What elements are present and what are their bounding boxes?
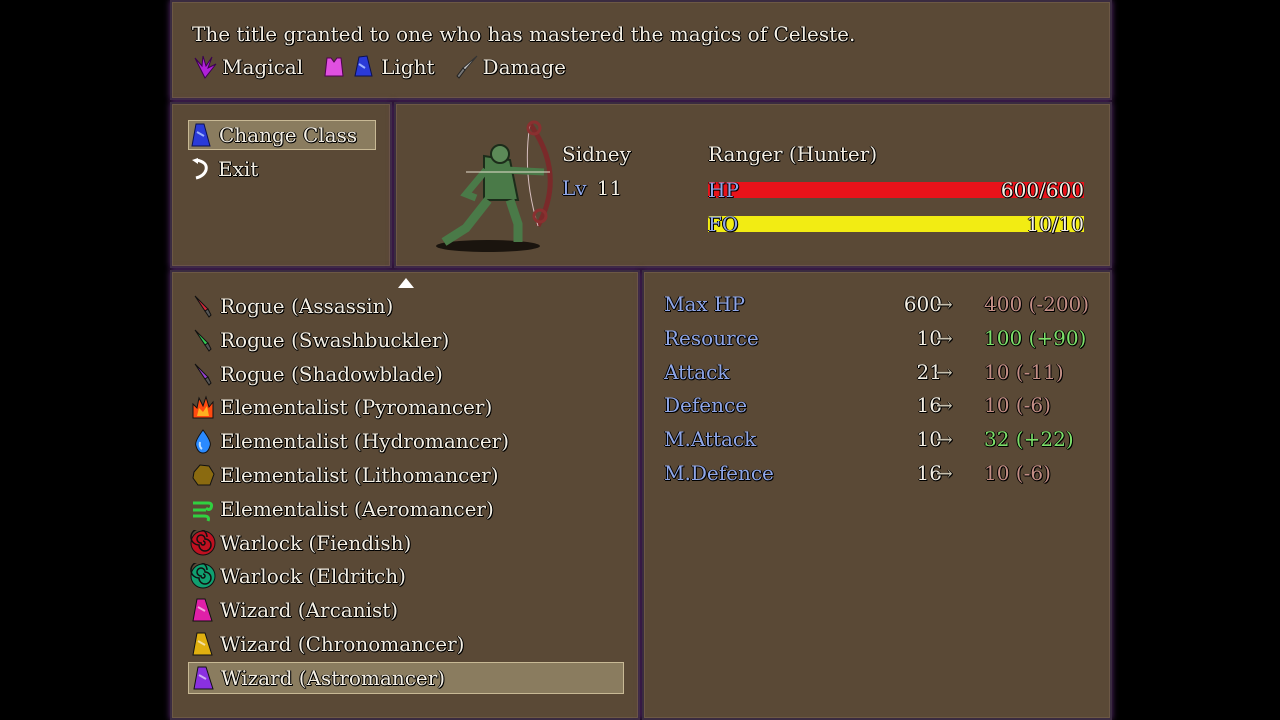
tag-damage: Damage — [453, 54, 566, 80]
actor-name: Sidney — [562, 142, 631, 166]
green-dagger-icon — [190, 327, 216, 353]
class-tags: Magical Light Damage — [192, 54, 578, 80]
ranger-sprite — [436, 120, 553, 252]
class-option-label: Elementalist (Pyromancer) — [220, 395, 493, 420]
stat-row: Attack 21 → 10 (-11) — [664, 360, 1094, 392]
violet-hat-icon — [191, 665, 217, 691]
stat-arrow: → — [936, 461, 953, 485]
stat-new: 32 (+22) — [984, 427, 1074, 452]
wizard-hat-icon — [189, 122, 215, 148]
class-option[interactable]: Warlock (Eldritch) — [188, 560, 624, 592]
level-value: 11 — [596, 176, 623, 200]
class-option-label: Rogue (Swashbuckler) — [220, 327, 450, 352]
magic-hand-icon — [192, 54, 218, 80]
actor-class: Ranger (Hunter) — [708, 142, 878, 166]
stat-arrow: → — [936, 393, 953, 418]
class-option-label: Rogue (Shadowblade) — [220, 361, 443, 386]
purple-dagger-icon — [190, 361, 216, 387]
damage-dagger-icon — [453, 54, 479, 80]
stat-new: 100 (+90) — [984, 325, 1087, 350]
class-option[interactable]: Elementalist (Pyromancer) — [188, 391, 624, 423]
class-option[interactable]: Elementalist (Hydromancer) — [188, 425, 624, 457]
stat-row: Max HP 600 → 400 (-200) — [664, 292, 1094, 324]
stat-arrow: → — [936, 325, 953, 350]
light-armor-icon — [321, 54, 347, 80]
stat-name: M.Defence — [664, 461, 774, 485]
class-option[interactable]: Wizard (Chronomancer) — [188, 628, 624, 660]
stat-name: Defence — [664, 393, 748, 418]
hp-value: 600/600 — [1000, 178, 1084, 202]
stat-name: Max HP — [664, 292, 745, 316]
stat-name: Resource — [664, 325, 759, 350]
class-description: The title granted to one who has mastere… — [192, 22, 856, 46]
fo-label: FO — [708, 212, 739, 236]
water-drop-icon — [190, 428, 216, 454]
command-window: Change Class Exit — [170, 102, 392, 268]
stat-compare-window: Max HP 600 → 400 (-200) Resource 10 → 100 (+90)… — [642, 270, 1112, 720]
tag-light: Light — [321, 54, 435, 80]
class-option-label: Warlock (Fiendish) — [220, 530, 412, 555]
stat-row: Defence 16 → 10 (-6) — [664, 393, 1094, 425]
class-option-label: Wizard (Chronomancer) — [220, 632, 465, 656]
help-window: The title granted to one who has mastere… — [170, 0, 1112, 100]
magenta-hat-icon — [190, 597, 216, 623]
gold-hat-icon — [190, 631, 216, 657]
class-option[interactable]: Wizard (Astromancer) — [188, 661, 624, 694]
actor-level: Lv 11 — [562, 176, 622, 200]
class-list-window: Rogue (Assassin) Rogue (Swashbuckler) Rogu… — [170, 270, 640, 720]
stat-new: 10 (-6) — [984, 461, 1051, 485]
class-option[interactable]: Warlock (Fiendish) — [188, 527, 624, 559]
class-option-label: Elementalist (Hydromancer) — [220, 429, 510, 454]
stat-row: M.Defence 16 → 10 (-6) — [664, 461, 1094, 493]
light-hat-icon — [351, 54, 377, 80]
class-option-label: Warlock (Eldritch) — [220, 564, 406, 589]
stat-arrow: → — [936, 359, 953, 384]
rock-icon — [190, 462, 216, 488]
hp-gauge: HP 600/600 — [708, 178, 1084, 202]
wind-icon — [190, 496, 216, 522]
teal-spiral-icon — [190, 561, 216, 589]
class-option[interactable]: Rogue (Swashbuckler) — [188, 324, 624, 356]
class-option-label: Wizard (Astromancer) — [221, 665, 446, 690]
stat-new: 10 (-6) — [984, 393, 1051, 418]
fire-icon — [190, 394, 216, 420]
level-label: Lv — [562, 176, 587, 200]
class-option[interactable]: Rogue (Shadowblade) — [188, 358, 624, 390]
class-option[interactable]: Elementalist (Aeromancer) — [188, 493, 624, 525]
class-option-label: Elementalist (Lithomancer) — [220, 463, 499, 487]
stat-name: M.Attack — [664, 427, 757, 452]
return-arrow-icon — [188, 156, 214, 182]
class-option-label: Elementalist (Aeromancer) — [220, 496, 494, 521]
exit-command[interactable]: Exit — [188, 154, 376, 184]
stat-arrow: → — [936, 292, 953, 316]
fo-value: 10/10 — [1026, 212, 1084, 236]
scroll-up-arrow-icon[interactable] — [398, 278, 414, 288]
class-option[interactable]: Elementalist (Lithomancer) — [188, 459, 624, 491]
tag-magical: Magical — [192, 54, 303, 80]
class-option-label: Wizard (Arcanist) — [220, 598, 399, 623]
class-option-label: Rogue (Assassin) — [220, 294, 394, 318]
hp-label: HP — [708, 178, 739, 202]
stat-arrow: → — [936, 427, 953, 452]
stat-row: Resource 10 → 100 (+90) — [664, 326, 1094, 358]
class-option[interactable]: Rogue (Assassin) — [188, 290, 624, 322]
stat-new: 400 (-200) — [984, 292, 1090, 316]
class-option[interactable]: Wizard (Arcanist) — [188, 594, 624, 626]
red-dagger-icon — [190, 293, 216, 319]
stat-row: M.Attack 10 → 32 (+22) — [664, 427, 1094, 459]
red-spiral-icon — [190, 527, 216, 556]
actor-status-window: Sidney Lv 11 Ranger (Hunter) HP 600/600 F… — [394, 102, 1112, 268]
stat-new: 10 (-11) — [984, 359, 1064, 384]
fo-gauge: FO 10/10 — [708, 212, 1084, 236]
change-class-command[interactable]: Change Class — [188, 120, 376, 150]
stat-name: Attack — [664, 359, 730, 384]
